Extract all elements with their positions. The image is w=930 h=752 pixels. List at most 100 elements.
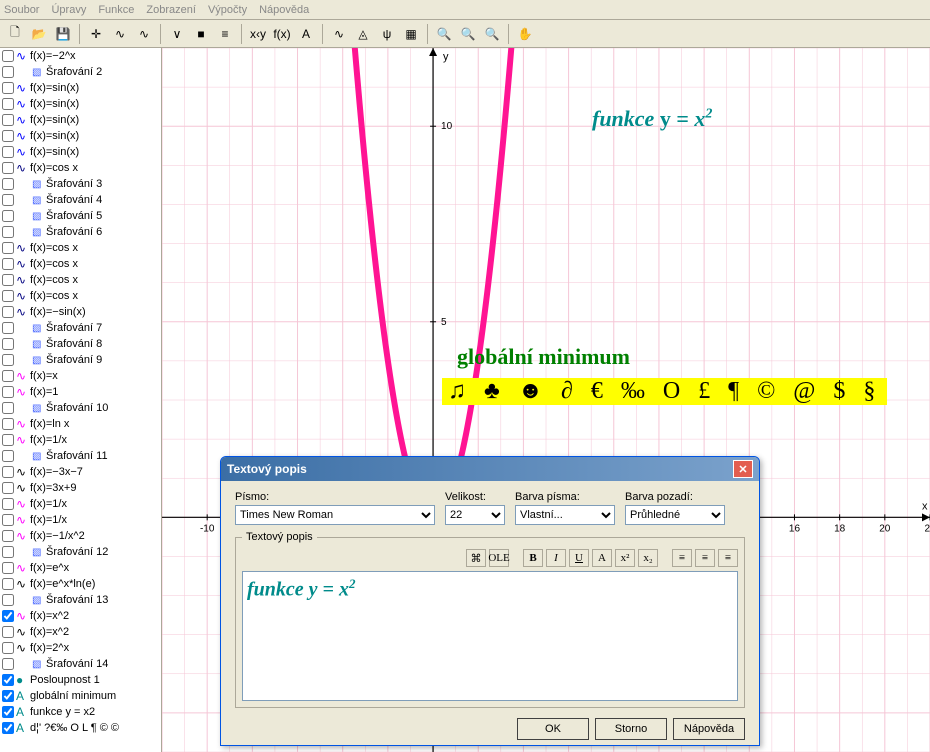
format-button[interactable]: A	[592, 549, 612, 567]
sidebar-checkbox[interactable]	[2, 418, 14, 430]
sidebar-item[interactable]: ∿f(x)=sin(x)	[0, 128, 161, 144]
sidebar-item[interactable]: ▧Šrafování 3	[0, 176, 161, 192]
sidebar-item[interactable]: ∿f(x)=e^x	[0, 560, 161, 576]
sidebar-item[interactable]: ∿f(x)=x^2	[0, 624, 161, 640]
toolbar-button[interactable]: 💾	[52, 23, 74, 45]
format-button[interactable]: U	[569, 549, 589, 567]
sidebar-checkbox[interactable]	[2, 594, 14, 606]
toolbar-button[interactable]: ∿	[109, 23, 131, 45]
format-button[interactable]: x₂	[638, 549, 658, 567]
sidebar-item[interactable]: ∿f(x)=sin(x)	[0, 144, 161, 160]
ok-button[interactable]: OK	[517, 718, 589, 740]
toolbar-button[interactable]: x‹y	[247, 23, 269, 45]
text-dialog[interactable]: Textový popis ✕ Písmo: Times New Roman V…	[220, 456, 760, 746]
toolbar-button[interactable]: 🔍	[481, 23, 503, 45]
annotation-funkce[interactable]: funkce y = x2	[592, 106, 712, 132]
sidebar-checkbox[interactable]	[2, 514, 14, 526]
fontcolor-select[interactable]: Vlastní...	[515, 505, 615, 525]
sidebar-item[interactable]: ∿f(x)=1	[0, 384, 161, 400]
sidebar-item[interactable]: ∿f(x)=sin(x)	[0, 80, 161, 96]
sidebar-item[interactable]: ∿f(x)=2^x	[0, 640, 161, 656]
font-select[interactable]: Times New Roman	[235, 505, 435, 525]
help-button[interactable]: Nápověda	[673, 718, 745, 740]
sidebar-checkbox[interactable]	[2, 178, 14, 190]
sidebar-checkbox[interactable]	[2, 130, 14, 142]
toolbar-button[interactable]: f(x)	[271, 23, 293, 45]
sidebar-checkbox[interactable]	[2, 258, 14, 270]
sidebar-checkbox[interactable]	[2, 146, 14, 158]
sidebar-item[interactable]: ∿f(x)=cos x	[0, 288, 161, 304]
sidebar[interactable]: ∿f(x)=−2^x▧Šrafování 2∿f(x)=sin(x)∿f(x)=…	[0, 48, 162, 752]
sidebar-checkbox[interactable]	[2, 642, 14, 654]
toolbar-button[interactable]: ≡	[214, 23, 236, 45]
toolbar-button[interactable]: ψ	[376, 23, 398, 45]
sidebar-item[interactable]: ▧Šrafování 7	[0, 320, 161, 336]
sidebar-checkbox[interactable]	[2, 626, 14, 638]
format-button[interactable]: B	[523, 549, 543, 567]
sidebar-checkbox[interactable]	[2, 306, 14, 318]
sidebar-item[interactable]: ▧Šrafování 9	[0, 352, 161, 368]
sidebar-item[interactable]: ∿f(x)=ln x	[0, 416, 161, 432]
sidebar-item[interactable]: ∿f(x)=1/x	[0, 432, 161, 448]
sidebar-item[interactable]: ∿f(x)=x	[0, 368, 161, 384]
sidebar-checkbox[interactable]	[2, 194, 14, 206]
toolbar-button[interactable]: 🔍	[433, 23, 455, 45]
cancel-button[interactable]: Storno	[595, 718, 667, 740]
sidebar-item[interactable]: ∿f(x)=cos x	[0, 240, 161, 256]
sidebar-item[interactable]: ∿f(x)=cos x	[0, 160, 161, 176]
menu-soubor[interactable]: Soubor	[4, 4, 39, 16]
toolbar-button[interactable]: ✛	[85, 23, 107, 45]
text-editor[interactable]: funkce y = x2	[242, 571, 738, 701]
toolbar-button[interactable]: 📂	[28, 23, 50, 45]
format-button[interactable]: I	[546, 549, 566, 567]
sidebar-checkbox[interactable]	[2, 706, 14, 718]
toolbar-button[interactable]: ∿	[133, 23, 155, 45]
sidebar-checkbox[interactable]	[2, 402, 14, 414]
sidebar-item[interactable]: ▧Šrafování 4	[0, 192, 161, 208]
sidebar-item[interactable]: ∿f(x)=cos x	[0, 256, 161, 272]
sidebar-checkbox[interactable]	[2, 242, 14, 254]
sidebar-item[interactable]: ▧Šrafování 5	[0, 208, 161, 224]
sidebar-item[interactable]: ∿f(x)=3x+9	[0, 480, 161, 496]
sidebar-checkbox[interactable]	[2, 354, 14, 366]
sidebar-checkbox[interactable]	[2, 690, 14, 702]
sidebar-checkbox[interactable]	[2, 562, 14, 574]
format-button[interactable]: ≡	[718, 549, 738, 567]
toolbar-button[interactable]: ✋	[514, 23, 536, 45]
sidebar-checkbox[interactable]	[2, 546, 14, 558]
toolbar-button[interactable]: ∿	[328, 23, 350, 45]
sidebar-checkbox[interactable]	[2, 466, 14, 478]
toolbar-button[interactable]: ■	[190, 23, 212, 45]
toolbar-button[interactable]: ◬	[352, 23, 374, 45]
menu-zobrazení[interactable]: Zobrazení	[146, 4, 196, 16]
format-button[interactable]: ⌘	[466, 549, 486, 567]
sidebar-item[interactable]: ▧Šrafování 14	[0, 656, 161, 672]
sidebar-checkbox[interactable]	[2, 66, 14, 78]
sidebar-item[interactable]: ▧Šrafování 8	[0, 336, 161, 352]
format-button[interactable]: x²	[615, 549, 635, 567]
sidebar-checkbox[interactable]	[2, 210, 14, 222]
toolbar-button[interactable]: 🗋	[4, 23, 26, 45]
sidebar-item[interactable]: Afunkce y = x2	[0, 704, 161, 720]
sidebar-item[interactable]: ▧Šrafování 13	[0, 592, 161, 608]
menu-úpravy[interactable]: Úpravy	[51, 4, 86, 16]
close-icon[interactable]: ✕	[733, 460, 753, 478]
sidebar-item[interactable]: Aglobální minimum	[0, 688, 161, 704]
sidebar-item[interactable]: Ad¦' ?€‰ O L ¶ © ©	[0, 720, 161, 736]
format-button[interactable]: OLE	[489, 549, 509, 567]
toolbar-button[interactable]: ▦	[400, 23, 422, 45]
sidebar-item[interactable]: ∿f(x)=−1/x^2	[0, 528, 161, 544]
sidebar-checkbox[interactable]	[2, 610, 14, 622]
sidebar-checkbox[interactable]	[2, 530, 14, 542]
sidebar-checkbox[interactable]	[2, 722, 14, 734]
sidebar-checkbox[interactable]	[2, 162, 14, 174]
annotation-minimum[interactable]: globální minimum	[457, 344, 630, 370]
size-select[interactable]: 22	[445, 505, 505, 525]
sidebar-item[interactable]: ●Posloupnost 1	[0, 672, 161, 688]
sidebar-checkbox[interactable]	[2, 322, 14, 334]
toolbar-button[interactable]: ∨	[166, 23, 188, 45]
sidebar-item[interactable]: ▧Šrafování 6	[0, 224, 161, 240]
sidebar-item[interactable]: ∿f(x)=1/x	[0, 512, 161, 528]
menu-nápověda[interactable]: Nápověda	[259, 4, 309, 16]
sidebar-item[interactable]: ∿f(x)=e^x*ln(e)	[0, 576, 161, 592]
